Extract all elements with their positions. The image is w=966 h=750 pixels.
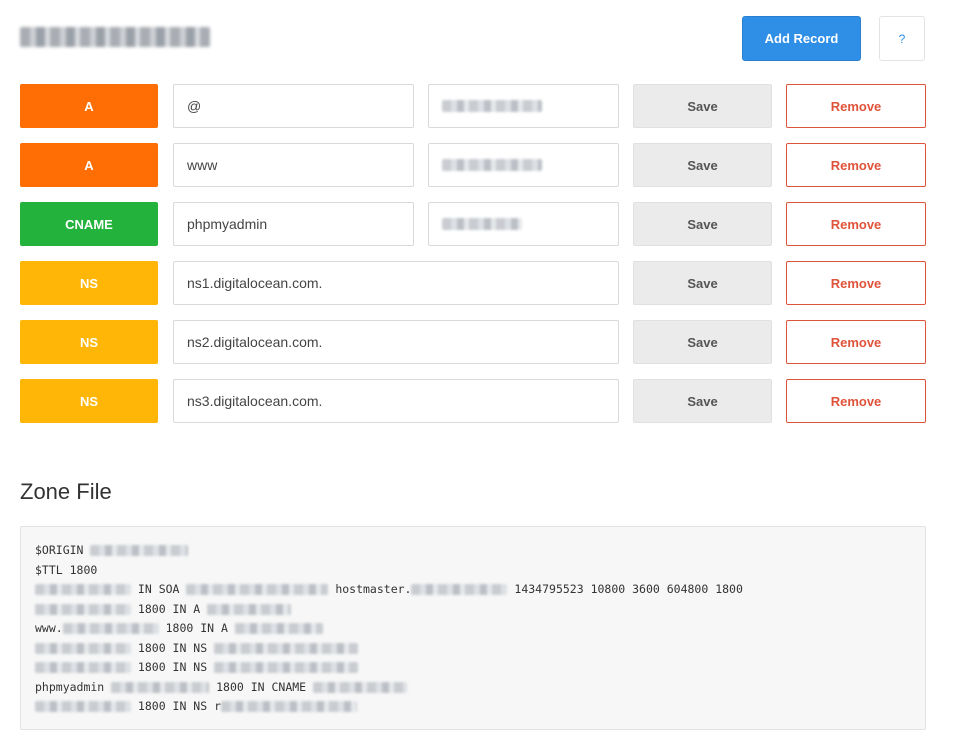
redacted-text bbox=[214, 642, 359, 654]
zone-text: 1800 IN NS r bbox=[131, 699, 222, 713]
redacted-text bbox=[35, 603, 131, 615]
save-button[interactable]: Save bbox=[633, 143, 772, 187]
remove-button[interactable]: Remove bbox=[786, 84, 926, 128]
record-name-input[interactable]: @ bbox=[173, 84, 414, 128]
save-button[interactable]: Save bbox=[633, 320, 772, 364]
record-type-badge: A bbox=[20, 84, 158, 128]
redacted-domain-name bbox=[20, 27, 210, 47]
zone-text: $TTL 1800 bbox=[35, 562, 98, 577]
zone-line-ns3: 1800 IN NS r bbox=[35, 697, 911, 717]
redacted-value bbox=[442, 100, 542, 112]
redacted-text bbox=[186, 584, 329, 596]
record-value-input[interactable] bbox=[428, 84, 619, 128]
record-name-input[interactable]: phpmyadmin bbox=[173, 202, 414, 246]
zone-line-cname: phpmyadmin 1800 IN CNAME bbox=[35, 678, 911, 698]
remove-button[interactable]: Remove bbox=[786, 320, 926, 364]
record-type-badge: A bbox=[20, 143, 158, 187]
record-row: NS ns2.digitalocean.com. Save Remove bbox=[20, 320, 926, 364]
record-type-badge: NS bbox=[20, 379, 158, 423]
zone-text: www. bbox=[35, 621, 63, 635]
zone-line-soa: IN SOA hostmaster. 1434795523 10800 3600… bbox=[35, 580, 911, 600]
redacted-text bbox=[90, 545, 189, 557]
zone-text: 1434795523 10800 3600 604800 1800 bbox=[507, 582, 743, 596]
record-row: NS ns3.digitalocean.com. Save Remove bbox=[20, 379, 926, 423]
redacted-text bbox=[35, 701, 131, 713]
redacted-text bbox=[111, 681, 210, 693]
zone-text: IN SOA bbox=[131, 582, 187, 596]
add-record-button[interactable]: Add Record bbox=[742, 16, 861, 61]
redacted-text bbox=[35, 642, 131, 654]
redacted-text bbox=[207, 603, 292, 615]
redacted-value bbox=[442, 159, 542, 171]
redacted-text bbox=[411, 584, 508, 596]
redacted-text bbox=[313, 681, 408, 693]
redacted-value bbox=[442, 218, 522, 230]
remove-button[interactable]: Remove bbox=[786, 261, 926, 305]
zone-line-origin: $ORIGIN bbox=[35, 541, 911, 561]
zone-text: phpmyadmin bbox=[35, 679, 112, 694]
redacted-text bbox=[62, 623, 159, 635]
record-type-badge: CNAME bbox=[20, 202, 158, 246]
zone-text: 1800 IN NS bbox=[131, 640, 215, 655]
record-row: A www Save Remove bbox=[20, 143, 926, 187]
record-name-input[interactable]: ns3.digitalocean.com. bbox=[173, 379, 619, 423]
zone-line-a-root: 1800 IN A bbox=[35, 600, 911, 620]
record-value-input[interactable] bbox=[428, 202, 619, 246]
zone-text: 1800 IN A bbox=[158, 621, 235, 635]
record-type-badge: NS bbox=[20, 261, 158, 305]
zone-line-ns2: 1800 IN NS bbox=[35, 658, 911, 678]
redacted-text bbox=[214, 662, 359, 674]
remove-button[interactable]: Remove bbox=[786, 143, 926, 187]
zone-text: hostmaster. bbox=[328, 582, 412, 596]
redacted-text bbox=[35, 584, 131, 596]
save-button[interactable]: Save bbox=[633, 202, 772, 246]
zone-line-ns1: 1800 IN NS bbox=[35, 639, 911, 659]
record-name-input[interactable]: ns2.digitalocean.com. bbox=[173, 320, 619, 364]
zone-text: 1800 IN NS bbox=[131, 660, 215, 674]
zone-text: 1800 IN A bbox=[131, 601, 208, 616]
redacted-text bbox=[35, 662, 131, 674]
zone-text: $ORIGIN bbox=[35, 543, 91, 557]
help-button[interactable]: ? bbox=[879, 16, 925, 61]
dns-records-list: A @ Save Remove A www Save Remove CNAME … bbox=[20, 84, 926, 438]
record-row: NS ns1.digitalocean.com. Save Remove bbox=[20, 261, 926, 305]
record-name-input[interactable]: www bbox=[173, 143, 414, 187]
remove-button[interactable]: Remove bbox=[786, 379, 926, 423]
zone-line-ttl: $TTL 1800 bbox=[35, 561, 911, 581]
zone-file-heading: Zone File bbox=[20, 479, 112, 504]
record-value-input[interactable] bbox=[428, 143, 619, 187]
redacted-text bbox=[221, 701, 358, 713]
zone-line-a-www: www. 1800 IN A bbox=[35, 619, 911, 639]
record-row: A @ Save Remove bbox=[20, 84, 926, 128]
save-button[interactable]: Save bbox=[633, 261, 772, 305]
save-button[interactable]: Save bbox=[633, 84, 772, 128]
zone-text: 1800 IN CNAME bbox=[209, 679, 314, 694]
domain-title bbox=[20, 26, 210, 48]
redacted-text bbox=[234, 623, 323, 635]
record-name-input[interactable]: ns1.digitalocean.com. bbox=[173, 261, 619, 305]
record-row: CNAME phpmyadmin Save Remove bbox=[20, 202, 926, 246]
record-type-badge: NS bbox=[20, 320, 158, 364]
remove-button[interactable]: Remove bbox=[786, 202, 926, 246]
zone-file-content: $ORIGIN $TTL 1800 IN SOA hostmaster. 143… bbox=[20, 526, 926, 730]
save-button[interactable]: Save bbox=[633, 379, 772, 423]
